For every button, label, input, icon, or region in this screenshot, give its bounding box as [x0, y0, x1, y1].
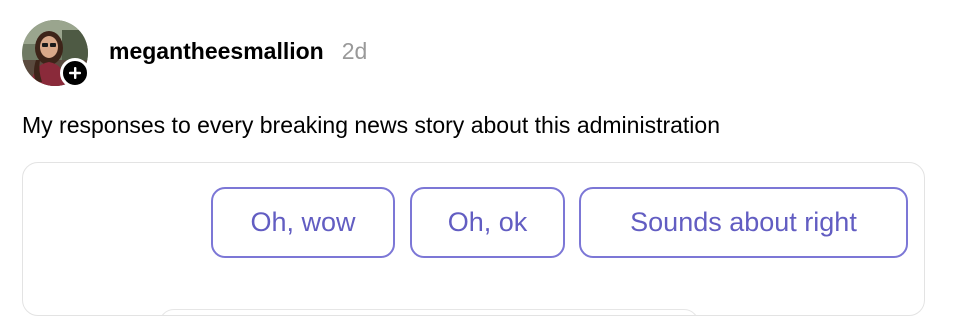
post-header: megantheesmallion 2d	[109, 38, 367, 72]
reply-option-oh-wow[interactable]: Oh, wow	[211, 187, 395, 258]
avatar-container	[22, 20, 90, 88]
quick-reply-card: Oh, wow Oh, ok Sounds about right	[22, 162, 925, 316]
follow-button[interactable]	[60, 58, 90, 88]
post-timestamp[interactable]: 2d	[342, 38, 368, 65]
reply-option-oh-ok[interactable]: Oh, ok	[410, 187, 565, 258]
plus-icon	[69, 67, 81, 79]
thread-post: megantheesmallion 2d My responses to eve…	[0, 0, 960, 332]
reply-option-sounds-about-right[interactable]: Sounds about right	[579, 187, 908, 258]
next-content-peek	[159, 309, 699, 315]
post-text: My responses to every breaking news stor…	[22, 112, 720, 138]
username-link[interactable]: megantheesmallion	[109, 38, 324, 65]
